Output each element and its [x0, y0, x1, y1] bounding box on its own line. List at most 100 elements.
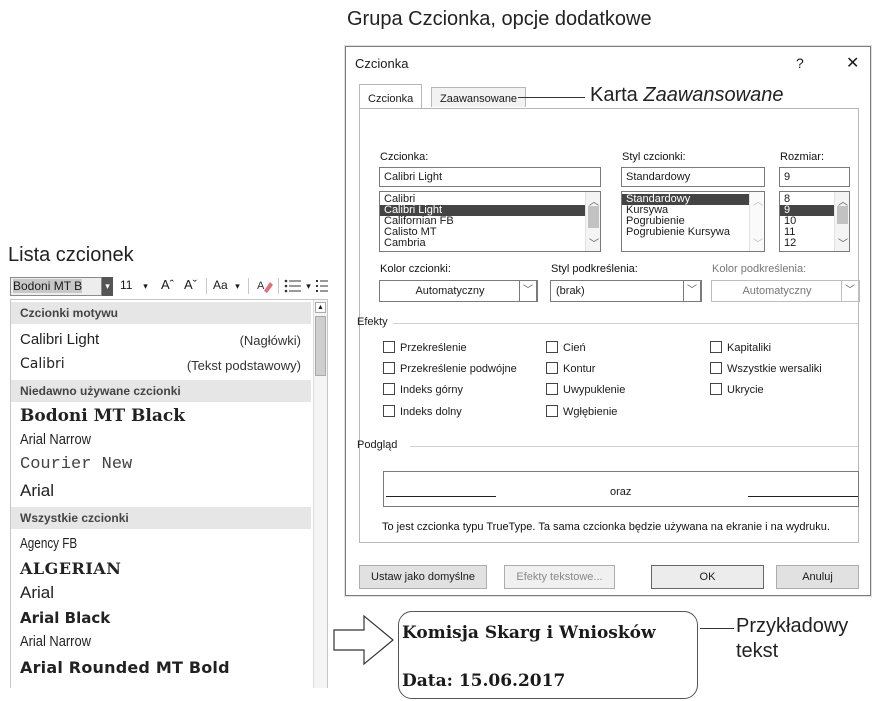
scroll-thumb[interactable]: [315, 316, 326, 376]
text-effects-button: Efekty tekstowe...: [504, 565, 615, 589]
sample-callout-line1: Przykładowy: [736, 615, 849, 637]
toolbar-divider: [248, 278, 249, 294]
checkbox-label: Indeks górny: [400, 384, 463, 396]
tab-callout: Karta Zaawansowane: [588, 84, 788, 107]
font-color-combo[interactable]: Automatyczny ﹀: [379, 280, 538, 302]
font-option[interactable]: Courier New: [20, 455, 132, 474]
style-option[interactable]: Pogrubienie Kursywa: [622, 227, 764, 238]
size-listbox-scrollbar[interactable]: ︿ ﹀: [834, 192, 849, 251]
grow-font-icon[interactable]: Aˆ: [161, 277, 174, 292]
font-option[interactable]: Agency FB: [20, 535, 77, 552]
preview-line-left: [386, 496, 496, 497]
tab-page: Czcionka: Calibri Light Calibri Calibri …: [357, 108, 860, 543]
bullets-icon[interactable]: [284, 279, 302, 296]
underline-style-value: (brak): [556, 285, 585, 297]
style-field[interactable]: Standardowy: [621, 167, 765, 187]
preview-group-label: Podgląd: [357, 439, 398, 451]
checkbox-shadow[interactable]: Cień: [546, 341, 586, 354]
checkbox-subscript[interactable]: Indeks dolny: [383, 405, 462, 418]
set-default-button[interactable]: Ustaw jako domyślne: [359, 565, 487, 589]
font-size-dropdown-icon[interactable]: ▾: [140, 277, 151, 296]
group-heading: Grupa Czcionka, opcje dodatkowe: [347, 8, 652, 30]
tab-font[interactable]: Czcionka: [359, 84, 423, 109]
font-option-note: (Tekst podstawowy): [186, 358, 301, 373]
checkbox-double-strikethrough[interactable]: Przekreślenie podwójne: [383, 362, 517, 375]
chevron-down-icon[interactable]: ﹀: [519, 280, 537, 302]
size-listbox[interactable]: 8 9 10 11 12 ︿ ﹀: [779, 191, 850, 252]
clear-formatting-icon[interactable]: A: [257, 278, 273, 297]
font-option[interactable]: Arial: [20, 583, 54, 603]
checkbox-label: Wszystkie wersaliki: [727, 363, 822, 375]
font-option[interactable]: Arial Black: [20, 609, 110, 627]
scroll-up-icon[interactable]: ▲: [315, 302, 326, 313]
scroll-thumb[interactable]: [588, 206, 599, 228]
style-listbox-scrollbar[interactable]: ︿ ﹀: [749, 192, 764, 251]
underline-style-combo[interactable]: (brak) ﹀: [550, 280, 702, 302]
checkbox-label: Przekreślenie podwójne: [400, 363, 517, 375]
size-field[interactable]: 9: [779, 167, 850, 187]
checkbox-emboss[interactable]: Uwypuklenie: [546, 383, 625, 396]
checkbox-engrave[interactable]: Wgłębienie: [546, 405, 617, 418]
checkbox-outline[interactable]: Kontur: [546, 362, 595, 375]
chevron-down-icon: ﹀: [753, 239, 763, 250]
checkbox-all-caps[interactable]: Wszystkie wersaliki: [710, 362, 822, 375]
font-option[interactable]: Arial Narrow: [20, 633, 91, 650]
checkbox-superscript[interactable]: Indeks górny: [383, 383, 463, 396]
cancel-button[interactable]: Anuluj: [776, 565, 859, 589]
checkbox-label: Uwypuklenie: [563, 384, 626, 396]
font-option[interactable]: ALGERIAN: [20, 559, 121, 578]
font-option[interactable]: Calibri: [20, 356, 65, 372]
sample-text-box: Komisja Skarg i Wniosków Data: 15.06.201…: [398, 611, 698, 699]
dialog-title: Czcionka: [355, 56, 409, 71]
font-name-field[interactable]: Calibri Light: [379, 167, 601, 187]
checkbox-label: Kontur: [563, 363, 596, 375]
checkbox-hidden[interactable]: Ukrycie: [710, 383, 764, 396]
checkbox-label: Kapitaliki: [727, 342, 772, 354]
font-dialog: Czcionka ? ✕ Czcionka Zaawansowane Czcio…: [345, 46, 871, 596]
tab-callout-name: Zaawansowane: [643, 84, 784, 106]
help-icon[interactable]: ?: [796, 55, 804, 71]
font-option[interactable]: Arial Rounded MT Bold: [20, 658, 230, 677]
font-option[interactable]: Arial: [20, 481, 54, 501]
bullets-dropdown-icon[interactable]: ▾: [303, 277, 314, 296]
change-case-dropdown-icon[interactable]: ▾: [232, 277, 243, 296]
font-option[interactable]: Bodoni MT Black: [20, 406, 185, 426]
chevron-down-icon[interactable]: ﹀: [683, 280, 701, 302]
font-list-scrollbar[interactable]: ▲: [313, 300, 327, 688]
shrink-font-icon[interactable]: Aˇ: [184, 277, 197, 292]
arrow-right-icon: [333, 614, 395, 671]
checkbox-label: Indeks dolny: [400, 406, 462, 418]
sample-line-1: Komisja Skarg i Wniosków: [402, 623, 656, 643]
underline-color-label: Kolor podkreślenia:: [712, 263, 807, 275]
font-name-option[interactable]: Cambria: [380, 238, 600, 249]
font-size-value[interactable]: 11: [120, 278, 132, 292]
sample-callout-line2: tekst: [736, 640, 779, 662]
font-toolbar: Bodoni MT B ▾ 11 ▾ Aˆ Aˇ Aa ▾ A ▾: [10, 276, 328, 298]
checkbox-strikethrough[interactable]: Przekreślenie: [383, 341, 467, 354]
font-option-note: (Nagłówki): [239, 333, 301, 348]
sample-line-2: Data: 15.06.2017: [402, 671, 566, 691]
scroll-thumb[interactable]: [837, 206, 848, 224]
checkbox-label: Przekreślenie: [400, 342, 467, 354]
checkbox-small-caps[interactable]: Kapitaliki: [710, 341, 771, 354]
close-icon[interactable]: ✕: [846, 53, 859, 73]
font-option[interactable]: Calibri Light: [20, 331, 99, 348]
sample-callout-line: [700, 628, 734, 629]
svg-text:A: A: [257, 280, 265, 292]
preview-line-right: [748, 496, 858, 497]
toolbar-divider: [278, 278, 279, 294]
ok-button[interactable]: OK: [651, 565, 764, 589]
font-listbox-scrollbar[interactable]: ︿ ﹀: [585, 192, 600, 251]
numbering-icon[interactable]: [316, 279, 328, 296]
style-listbox[interactable]: Standardowy Kursywa Pogrubienie Pogrubie…: [621, 191, 765, 252]
chevron-down-icon[interactable]: ﹀: [589, 235, 599, 250]
font-name-box[interactable]: Bodoni MT B: [10, 277, 102, 296]
chevron-down-icon[interactable]: ﹀: [838, 235, 848, 250]
font-name-value: Bodoni MT B: [13, 279, 83, 293]
font-name-listbox[interactable]: Calibri Calibri Light Californian FB Cal…: [379, 191, 601, 252]
font-name-dropdown-icon[interactable]: ▾: [102, 277, 113, 296]
font-option[interactable]: Arial Narrow: [20, 431, 91, 448]
change-case-button[interactable]: Aa: [213, 278, 228, 292]
toolbar-divider: [206, 278, 207, 294]
tab-advanced[interactable]: Zaawansowane: [431, 87, 527, 107]
